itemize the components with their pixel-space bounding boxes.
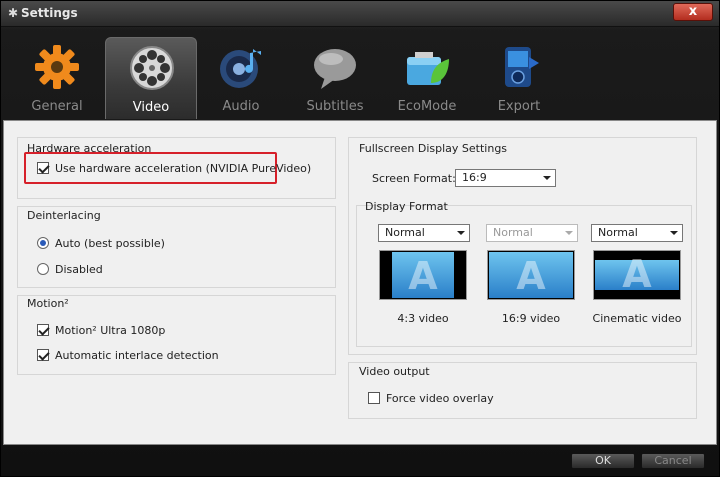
group-title: Display Format xyxy=(365,200,448,213)
display-format-group: Display Format Normal Normal Normal A A … xyxy=(356,200,692,347)
motion-ultra-checkbox[interactable] xyxy=(37,324,49,336)
tab-label: Export xyxy=(497,99,541,114)
tab-label: General xyxy=(31,99,83,114)
tab-audio[interactable]: Audio xyxy=(195,37,287,119)
preview-letter: A xyxy=(622,252,652,296)
motion-ultra-option[interactable]: Motion² Ultra 1080p xyxy=(37,322,165,338)
screen-format-select[interactable]: 16:9 xyxy=(455,169,556,187)
title-bar[interactable]: ✱ Settings x xyxy=(1,1,719,27)
select-value: Normal xyxy=(385,226,425,239)
gear-icon xyxy=(35,45,79,89)
force-overlay-checkbox[interactable] xyxy=(368,392,380,404)
option-label: Use hardware acceleration (NVIDIA PureVi… xyxy=(55,161,312,175)
ok-button[interactable]: OK xyxy=(571,453,635,469)
deinterlacing-disabled-option[interactable]: Disabled xyxy=(37,261,103,277)
tab-general[interactable]: General xyxy=(11,37,103,119)
preview-label: 4:3 video xyxy=(397,312,449,325)
device-export-icon xyxy=(505,47,539,87)
display-format-4-3-select[interactable]: Normal xyxy=(378,224,470,242)
preview-letter: A xyxy=(408,254,438,298)
select-value: Normal xyxy=(493,226,533,239)
tab-label: Video xyxy=(132,100,170,115)
hardware-acceleration-group: Hardware acceleration Use hardware accel… xyxy=(17,137,336,199)
fullscreen-display-group: Fullscreen Display Settings Screen Forma… xyxy=(348,137,697,355)
option-label: Force video overlay xyxy=(386,391,494,405)
chevron-down-icon xyxy=(543,176,551,180)
select-value: Normal xyxy=(598,226,638,239)
preview-label: 16:9 video xyxy=(501,312,561,325)
preview-letter: A xyxy=(516,254,546,298)
screen-format-label: Screen Format: xyxy=(372,172,456,185)
window-title: Settings xyxy=(21,6,78,20)
select-value: 16:9 xyxy=(462,171,487,184)
tab-video[interactable]: Video xyxy=(105,37,197,119)
preview-screen: A xyxy=(595,254,679,294)
battery-leaf-icon xyxy=(407,52,449,85)
tab-ecomode[interactable]: EcoMode xyxy=(381,37,473,119)
option-label: Auto (best possible) xyxy=(55,236,165,250)
chevron-down-icon xyxy=(670,231,678,235)
video-output-group: Video output Force video overlay xyxy=(348,362,697,419)
group-title: Motion² xyxy=(27,297,69,310)
tab-label: EcoMode xyxy=(397,99,457,114)
preview-cinematic: A xyxy=(593,250,681,300)
tab-label: Audio xyxy=(222,99,260,114)
hardware-acceleration-checkbox[interactable] xyxy=(37,162,49,174)
group-title: Video output xyxy=(359,365,430,378)
deinterlacing-group: Deinterlacing Auto (best possible) Disab… xyxy=(17,206,336,288)
settings-window: ✱ Settings x General Video Audio Subtitl… xyxy=(0,0,720,477)
interlace-detection-checkbox[interactable] xyxy=(37,349,49,361)
chevron-down-icon xyxy=(457,231,465,235)
chevron-down-icon xyxy=(565,231,573,235)
settings-panel: Hardware acceleration Use hardware accel… xyxy=(3,120,717,445)
deinterlacing-disabled-radio[interactable] xyxy=(37,263,49,275)
speaker-note-icon xyxy=(220,49,261,88)
close-button[interactable]: x xyxy=(673,3,713,21)
force-overlay-option[interactable]: Force video overlay xyxy=(368,390,494,406)
film-reel-icon xyxy=(130,46,174,90)
tab-subtitles[interactable]: Subtitles xyxy=(289,37,381,119)
group-title: Deinterlacing xyxy=(27,209,101,222)
speech-bubble-icon xyxy=(314,49,356,89)
display-format-16-9-select[interactable]: Normal xyxy=(486,224,578,242)
option-label: Motion² Ultra 1080p xyxy=(55,323,166,337)
cancel-button[interactable]: Cancel xyxy=(641,453,705,469)
preview-screen: A xyxy=(392,252,454,298)
tab-bar: General Video Audio Subtitles EcoMode Ex… xyxy=(11,37,711,119)
motion-group: Motion² Motion² Ultra 1080p Automatic in… xyxy=(17,295,336,375)
group-title: Fullscreen Display Settings xyxy=(359,142,508,155)
display-format-cinematic-select[interactable]: Normal xyxy=(591,224,683,242)
interlace-detection-option[interactable]: Automatic interlace detection xyxy=(37,347,219,363)
deinterlacing-auto-option[interactable]: Auto (best possible) xyxy=(37,235,165,251)
deinterlacing-auto-radio[interactable] xyxy=(37,237,49,249)
preview-label: Cinematic video xyxy=(592,312,682,325)
hardware-acceleration-option[interactable]: Use hardware acceleration (NVIDIA PureVi… xyxy=(37,160,311,176)
preview-16-9: A xyxy=(487,250,575,300)
option-label: Disabled xyxy=(55,262,103,276)
tab-export[interactable]: Export xyxy=(473,37,565,119)
preview-4-3: A xyxy=(379,250,467,300)
gear-icon: ✱ xyxy=(7,6,19,20)
option-label: Automatic interlace detection xyxy=(55,348,219,362)
tab-label: Subtitles xyxy=(306,99,364,114)
preview-screen: A xyxy=(489,252,573,298)
